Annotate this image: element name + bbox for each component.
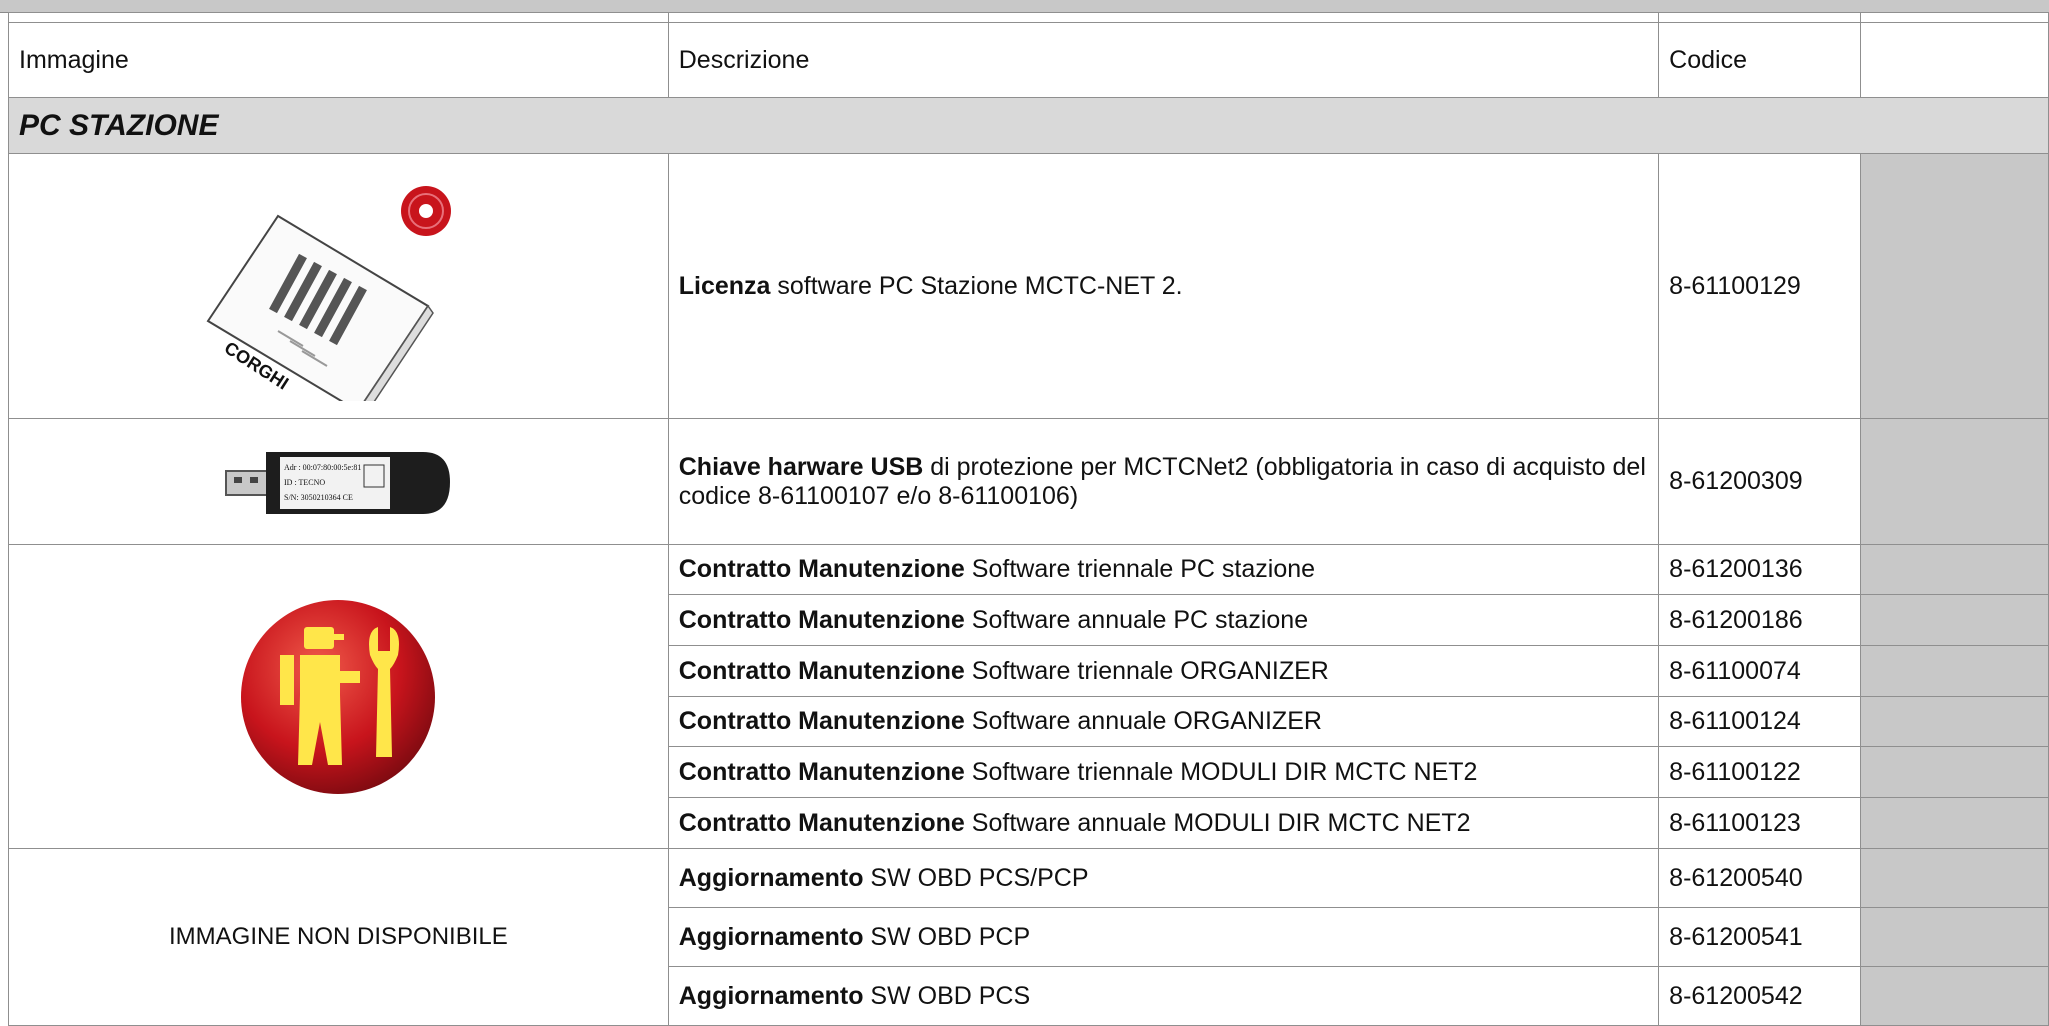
- section-row: PC STAZIONE: [8, 97, 2049, 154]
- price-cell: [1860, 153, 2049, 419]
- header-code: Codice: [1658, 22, 1862, 98]
- table-header-row: Immagine Descrizione Codice: [8, 22, 2049, 98]
- price-cell: [1860, 746, 2049, 798]
- svg-text:ID : TECNO: ID : TECNO: [284, 478, 325, 487]
- code-cell: 8-61200540: [1658, 848, 1862, 908]
- code-cell: 8-61200542: [1658, 966, 1862, 1026]
- description-cell: Contratto Manutenzione Software triennal…: [667, 645, 1660, 697]
- header-price: [1860, 22, 2049, 98]
- price-cell: [1860, 797, 2049, 849]
- price-cell: [1860, 966, 2049, 1026]
- description-cell: Contratto Manutenzione Software triennal…: [667, 746, 1660, 798]
- image-cell: Adr : 00:07:80:00:5e:81 ID : TECNO S/N: …: [8, 418, 669, 545]
- price-cell: [1860, 848, 2049, 908]
- header-image: Immagine: [8, 22, 669, 98]
- code-cell: 8-61100124: [1658, 696, 1862, 747]
- code-cell: 8-61200186: [1658, 594, 1862, 646]
- code-cell: 8-61200136: [1658, 544, 1862, 595]
- table-row: CORGHI Licenza software PC Stazione MCTC…: [8, 153, 2049, 419]
- description-cell: Licenza software PC Stazione MCTC-NET 2.: [667, 153, 1660, 419]
- price-cell: [1860, 696, 2049, 747]
- code-cell: 8-61200541: [1658, 907, 1862, 967]
- table-row: Adr : 00:07:80:00:5e:81 ID : TECNO S/N: …: [8, 418, 2049, 545]
- section-title: PC STAZIONE: [19, 108, 219, 142]
- header-description: Descrizione: [667, 22, 1660, 98]
- svg-text:Adr : 00:07:80:00:5e:81: Adr : 00:07:80:00:5e:81: [284, 463, 361, 472]
- description-cell: Contratto Manutenzione Software annuale …: [667, 696, 1660, 747]
- description-cell: Contratto Manutenzione Software annuale …: [667, 594, 1660, 646]
- description-cell: Contratto Manutenzione Software triennal…: [667, 544, 1660, 595]
- image-cell: CORGHI: [8, 153, 669, 419]
- price-cell: [1860, 544, 2049, 595]
- svg-text:S/N: 3050210364 CE: S/N: 3050210364 CE: [284, 493, 353, 502]
- product-table: Immagine Descrizione Codice PC STAZIONE: [8, 12, 2049, 1026]
- price-cell: [1860, 645, 2049, 697]
- table-row: IMMAGINE NON DISPONIBILE Aggiornamento S…: [8, 848, 2049, 1026]
- description-cell: Aggiornamento SW OBD PCP: [667, 907, 1660, 967]
- code-cell: 8-61100129: [1658, 153, 1862, 419]
- code-cell: 8-61200309: [1658, 418, 1862, 545]
- spacer-row: [8, 12, 2049, 23]
- image-cell: [8, 544, 669, 849]
- code-cell: 8-61100122: [1658, 746, 1862, 798]
- description-cell: Aggiornamento SW OBD PCS/PCP: [667, 848, 1660, 908]
- code-cell: 8-61100123: [1658, 797, 1862, 849]
- price-list-page: Immagine Descrizione Codice PC STAZIONE: [0, 0, 2049, 1026]
- table-row: Contratto Manutenzione Software triennal…: [8, 544, 2049, 849]
- usb-dongle-icon: Adr : 00:07:80:00:5e:81 ID : TECNO S/N: …: [225, 451, 451, 514]
- maintenance-technician-icon: [241, 599, 436, 794]
- price-cell: [1860, 594, 2049, 646]
- image-unavailable-label: IMMAGINE NON DISPONIBILE: [8, 848, 669, 1026]
- price-cell: [1860, 907, 2049, 967]
- description-cell: Aggiornamento SW OBD PCS: [667, 966, 1660, 1026]
- price-cell: [1860, 418, 2049, 545]
- description-cell: Chiave harware USB di protezione per MCT…: [667, 418, 1660, 545]
- code-cell: 8-61100074: [1658, 645, 1862, 697]
- software-licence-box-icon: CORGHI: [206, 186, 452, 401]
- description-cell: Contratto Manutenzione Software annuale …: [667, 797, 1660, 849]
